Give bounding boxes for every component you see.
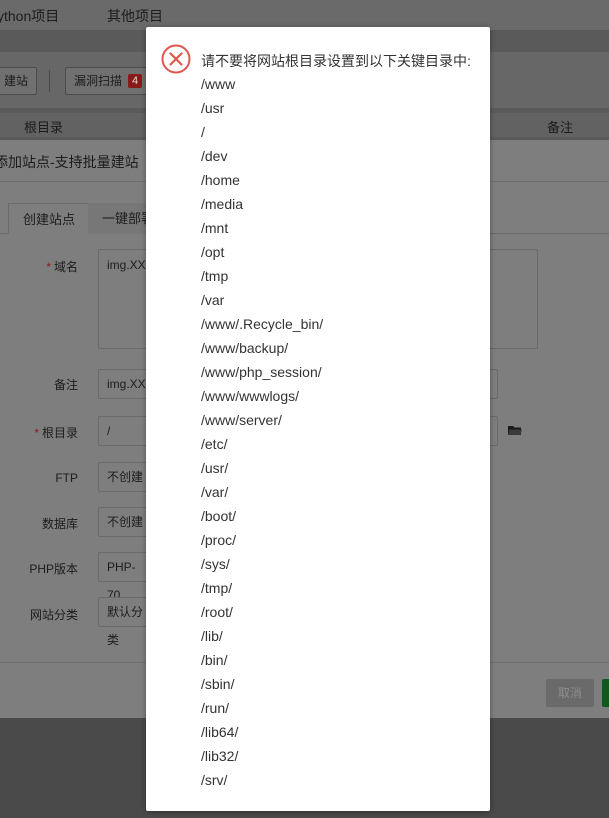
list-item: /mnt — [201, 220, 229, 236]
list-item: /lib/ — [201, 628, 223, 644]
list-item: /www — [201, 76, 236, 92]
list-item: /tmp/ — [201, 580, 233, 596]
add-site-button[interactable]: 建站 — [0, 67, 37, 95]
list-item: /www/php_session/ — [201, 364, 322, 380]
ftp-label: FTP — [55, 471, 78, 485]
error-circle-icon — [161, 44, 191, 74]
top-nav: ython项目 其他项目 — [0, 0, 609, 30]
list-item: /run/ — [201, 700, 230, 716]
remark-label: 备注 — [53, 378, 78, 392]
forbidden-path-list: /www/usr //dev/home/media/mnt/opt/tmp/var… — [201, 72, 323, 792]
list-item: /bin/ — [201, 652, 228, 668]
list-item: /var/ — [201, 484, 229, 500]
submit-button[interactable] — [602, 679, 609, 707]
tab-create-site[interactable]: 创建站点 — [8, 203, 91, 234]
list-item: /www/.Recycle_bin/ — [201, 316, 324, 332]
list-item: /opt — [201, 244, 225, 260]
list-item: /dev — [201, 148, 228, 164]
col-remark: 备注 — [547, 120, 574, 135]
list-item: / — [201, 124, 205, 140]
folder-icon[interactable] — [508, 425, 522, 436]
list-item: /boot/ — [201, 508, 237, 524]
error-alert-dialog: 请不要将网站根目录设置到以下关键目录中: /www/usr //dev/home /… — [146, 27, 490, 811]
list-item: /usr/ — [201, 460, 229, 476]
list-item: /sys/ — [201, 556, 230, 572]
vuln-scan-label: 漏洞扫描 — [74, 74, 123, 88]
nav-item-python[interactable]: ython项目 — [0, 6, 59, 26]
list-item: /sbin/ — [201, 676, 235, 692]
list-item: /proc/ — [201, 532, 237, 548]
vuln-count-badge: 4 — [128, 74, 142, 88]
list-item: /tmp — [201, 268, 229, 284]
nav-item-other[interactable]: 其他项目 — [107, 6, 163, 26]
database-label: 数据库 — [41, 517, 78, 531]
list-item: /lib64/ — [201, 724, 239, 740]
root-dir-label: * 根目录 — [34, 426, 78, 440]
site-category-label: 网站分类 — [29, 608, 78, 622]
list-item: /srv/ — [201, 772, 228, 788]
list-item: /www/backup/ — [201, 340, 289, 356]
list-item: /home — [201, 172, 240, 188]
list-item: /etc/ — [201, 436, 228, 452]
col-root-dir: 根目录 — [24, 120, 64, 135]
list-item: /media — [201, 196, 244, 212]
dialog-title: 添加站点-支持批量建站 — [0, 154, 139, 170]
list-item: /root/ — [201, 604, 233, 620]
cancel-button[interactable]: 取消 — [546, 679, 594, 707]
domain-label: * 域名 — [46, 260, 78, 274]
list-item: /www/wwwlogs/ — [201, 388, 300, 404]
list-item: /var — [201, 292, 225, 308]
toolbar-divider — [49, 70, 50, 92]
alert-message: 请不要将网站根目录设置到以下关键目录中: — [201, 53, 471, 69]
list-item: /lib32/ — [201, 748, 239, 764]
php-version-label: PHP版本 — [29, 562, 78, 576]
list-item: /usr — [201, 100, 225, 116]
list-item: /www/server/ — [201, 412, 282, 428]
